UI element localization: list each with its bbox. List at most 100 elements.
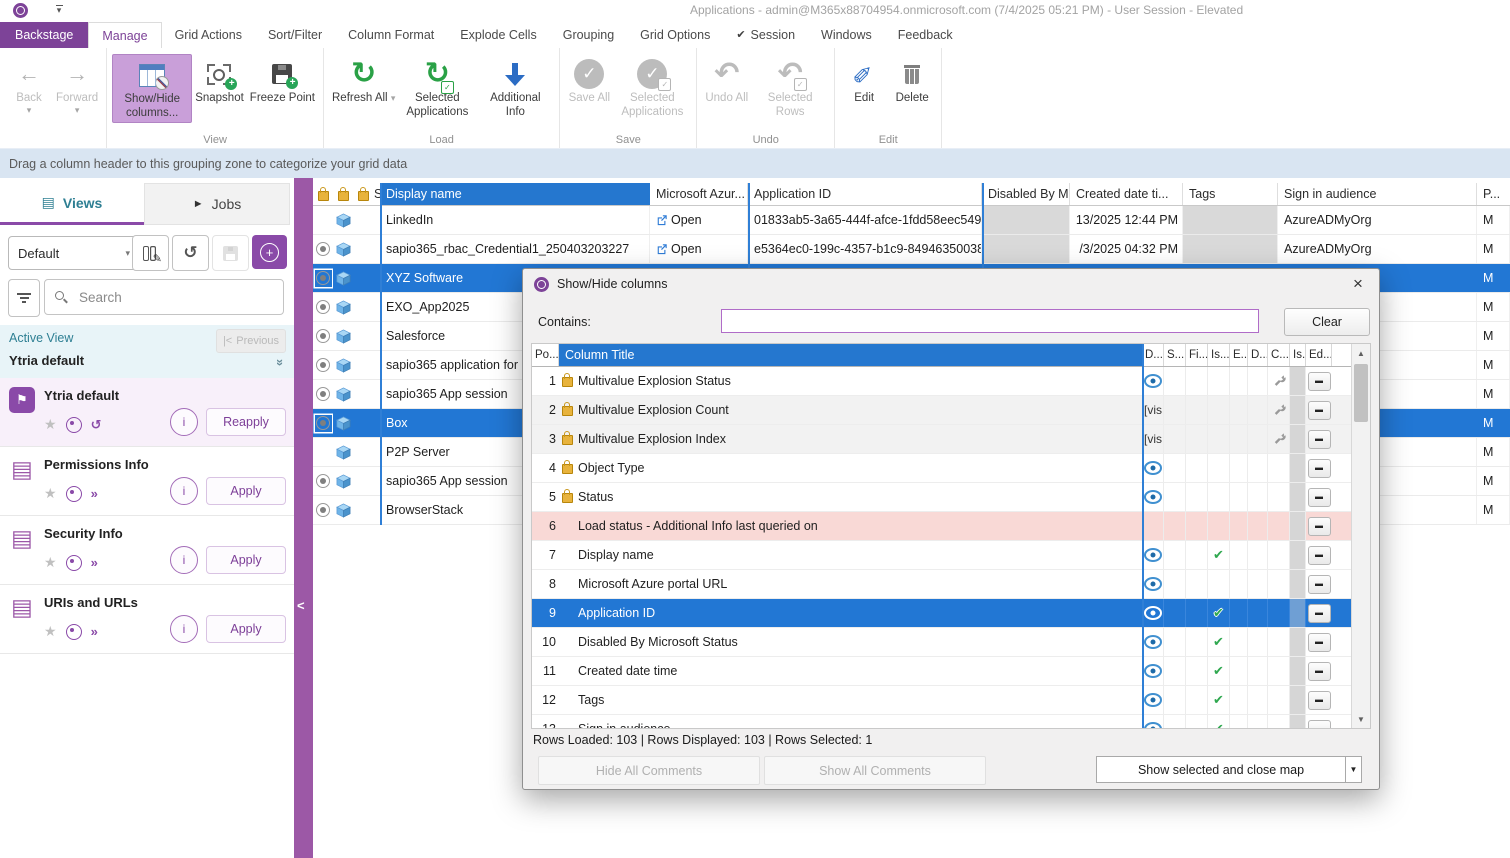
view-card[interactable]: Ytria default Reapply — [0, 378, 294, 447]
column-header-s[interactable]: S — [373, 183, 380, 205]
ellipsis-button[interactable] — [1308, 517, 1331, 536]
column-title-header[interactable]: Column Title — [559, 344, 1142, 366]
search-input[interactable] — [77, 289, 251, 306]
column-header-created[interactable]: Created date ti... — [1070, 183, 1183, 205]
ellipsis-button[interactable] — [1308, 459, 1331, 478]
show-all-comments-button[interactable]: Show All Comments — [764, 756, 986, 785]
ellipsis-button[interactable] — [1308, 372, 1331, 391]
add-view-button[interactable] — [252, 235, 287, 269]
star-icon[interactable] — [44, 416, 57, 433]
apply-view-button[interactable]: Apply — [206, 477, 286, 505]
ellipsis-button[interactable] — [1308, 720, 1331, 730]
back-button[interactable]: Back — [5, 54, 53, 116]
eye-visible-icon[interactable] — [1144, 693, 1162, 707]
show-selected-close-button[interactable]: Show selected and close map — [1096, 756, 1346, 783]
refresh-dropdown-icon[interactable] — [391, 93, 396, 103]
delete-button[interactable]: Delete — [888, 54, 936, 108]
ellipsis-button[interactable] — [1308, 575, 1331, 594]
ribbon-tab[interactable]: Manage — [88, 22, 161, 48]
info-button[interactable] — [170, 546, 198, 574]
radio-target-icon[interactable] — [316, 271, 330, 285]
ribbon-tab[interactable]: Windows — [808, 22, 885, 48]
info-button[interactable] — [170, 408, 198, 436]
save-all-button[interactable]: Save All — [565, 54, 613, 108]
star-icon[interactable] — [44, 554, 57, 571]
close-icon[interactable] — [1347, 273, 1369, 295]
view-card[interactable]: URIs and URLs Apply — [0, 585, 294, 654]
radio-target-icon[interactable] — [316, 300, 330, 314]
radio-target-icon[interactable] — [316, 242, 330, 256]
info-button[interactable] — [170, 477, 198, 505]
ellipsis-button[interactable] — [1308, 691, 1331, 710]
eye-visible-icon[interactable] — [1144, 664, 1162, 678]
narrow-column-header[interactable]: C... — [1268, 344, 1290, 366]
column-row[interactable]: 5 Status — [532, 483, 1370, 512]
manage-views-button[interactable] — [132, 235, 169, 271]
tab-jobs[interactable]: Jobs — [144, 183, 290, 225]
edit-button[interactable]: Edit — [840, 54, 888, 108]
snapshot-button[interactable]: Snapshot — [192, 54, 247, 108]
check-icon[interactable] — [1213, 721, 1224, 729]
eye-visible-icon[interactable] — [1144, 635, 1162, 649]
ribbon-tab[interactable]: Feedback — [885, 22, 966, 48]
save-view-button[interactable] — [212, 235, 249, 271]
radio-target-icon[interactable] — [316, 474, 330, 488]
view-scope-select[interactable]: Default — [8, 236, 140, 270]
ellipsis-button[interactable] — [1308, 401, 1331, 420]
grouping-zone[interactable]: Drag a column header to this grouping zo… — [0, 148, 1510, 178]
clear-button[interactable]: Clear — [1284, 308, 1370, 336]
hide-all-comments-button[interactable]: Hide All Comments — [538, 756, 760, 785]
apply-view-button[interactable]: Reapply — [206, 408, 286, 436]
column-header-sign-in-audience[interactable]: Sign in audience — [1278, 183, 1477, 205]
apply-view-button[interactable]: Apply — [206, 615, 286, 643]
ribbon-tab[interactable]: Grid Actions — [162, 22, 255, 48]
radio-target-icon[interactable] — [316, 329, 330, 343]
column-row[interactable]: 9 Application ID — [532, 599, 1370, 628]
radio-target-icon[interactable] — [316, 416, 330, 430]
star-icon[interactable] — [44, 485, 57, 502]
eye-visible-icon[interactable] — [1144, 577, 1162, 591]
eye-visible-icon[interactable] — [1144, 548, 1162, 562]
column-row[interactable]: 12 Tags — [532, 686, 1370, 715]
column-header-disabled[interactable]: Disabled By Mi... — [982, 183, 1070, 205]
freeze-point-button[interactable]: Freeze Point — [247, 54, 318, 108]
narrow-column-header[interactable]: Is... — [1290, 344, 1306, 366]
dialog-scrollbar[interactable]: ▲ ▼ — [1351, 344, 1370, 728]
contains-input[interactable] — [721, 309, 1259, 333]
ellipsis-button[interactable] — [1308, 430, 1331, 449]
column-row[interactable]: 4 Object Type — [532, 454, 1370, 483]
check-icon[interactable] — [1213, 692, 1224, 708]
star-icon[interactable] — [44, 623, 57, 640]
column-row[interactable]: 6 Load status - Additional Info last que… — [532, 512, 1370, 541]
view-card[interactable]: Permissions Info Apply — [0, 447, 294, 516]
ellipsis-button[interactable] — [1308, 546, 1331, 565]
panel-splitter[interactable]: < — [294, 178, 313, 858]
apply-view-button[interactable]: Apply — [206, 546, 286, 574]
tab-views[interactable]: Views — [0, 183, 144, 225]
column-row[interactable]: 7 Display name — [532, 541, 1370, 570]
column-row[interactable]: 1 Multivalue Explosion Status — [532, 367, 1370, 396]
wrench-icon[interactable] — [1272, 374, 1286, 388]
lock-column-header[interactable] — [313, 183, 333, 205]
view-card[interactable]: Security Info Apply — [0, 516, 294, 585]
ribbon-tab[interactable]: Backstage — [0, 22, 88, 48]
check-icon[interactable] — [1213, 547, 1224, 563]
ribbon-tab[interactable]: Explode Cells — [447, 22, 549, 48]
quick-access-toolbar-icon[interactable] — [54, 4, 64, 16]
narrow-column-header[interactable]: D... — [1248, 344, 1268, 366]
column-header-display-name[interactable]: Display name — [380, 183, 650, 205]
column-header-p[interactable]: P... — [1477, 183, 1510, 205]
ribbon-tab[interactable]: Grid Options — [627, 22, 723, 48]
eye-visible-icon[interactable] — [1144, 374, 1162, 388]
check-icon[interactable] — [1213, 605, 1224, 621]
lock-column-header[interactable] — [353, 183, 373, 205]
column-header-azure-url[interactable]: Microsoft Azur... — [650, 183, 748, 205]
scrollbar-thumb[interactable] — [1354, 364, 1368, 422]
table-row[interactable]: sapio365_rbac_Credential1_250403203227 O… — [313, 235, 1510, 264]
lock-column-header[interactable] — [333, 183, 353, 205]
refresh-all-button[interactable]: Refresh All — [329, 54, 398, 108]
show-hide-columns-button[interactable]: Show/Hide columns... — [112, 54, 192, 123]
split-dropdown-icon[interactable] — [1345, 756, 1362, 783]
collapse-chevrons-icon[interactable] — [273, 359, 288, 366]
narrow-column-header[interactable]: S... — [1164, 344, 1186, 366]
